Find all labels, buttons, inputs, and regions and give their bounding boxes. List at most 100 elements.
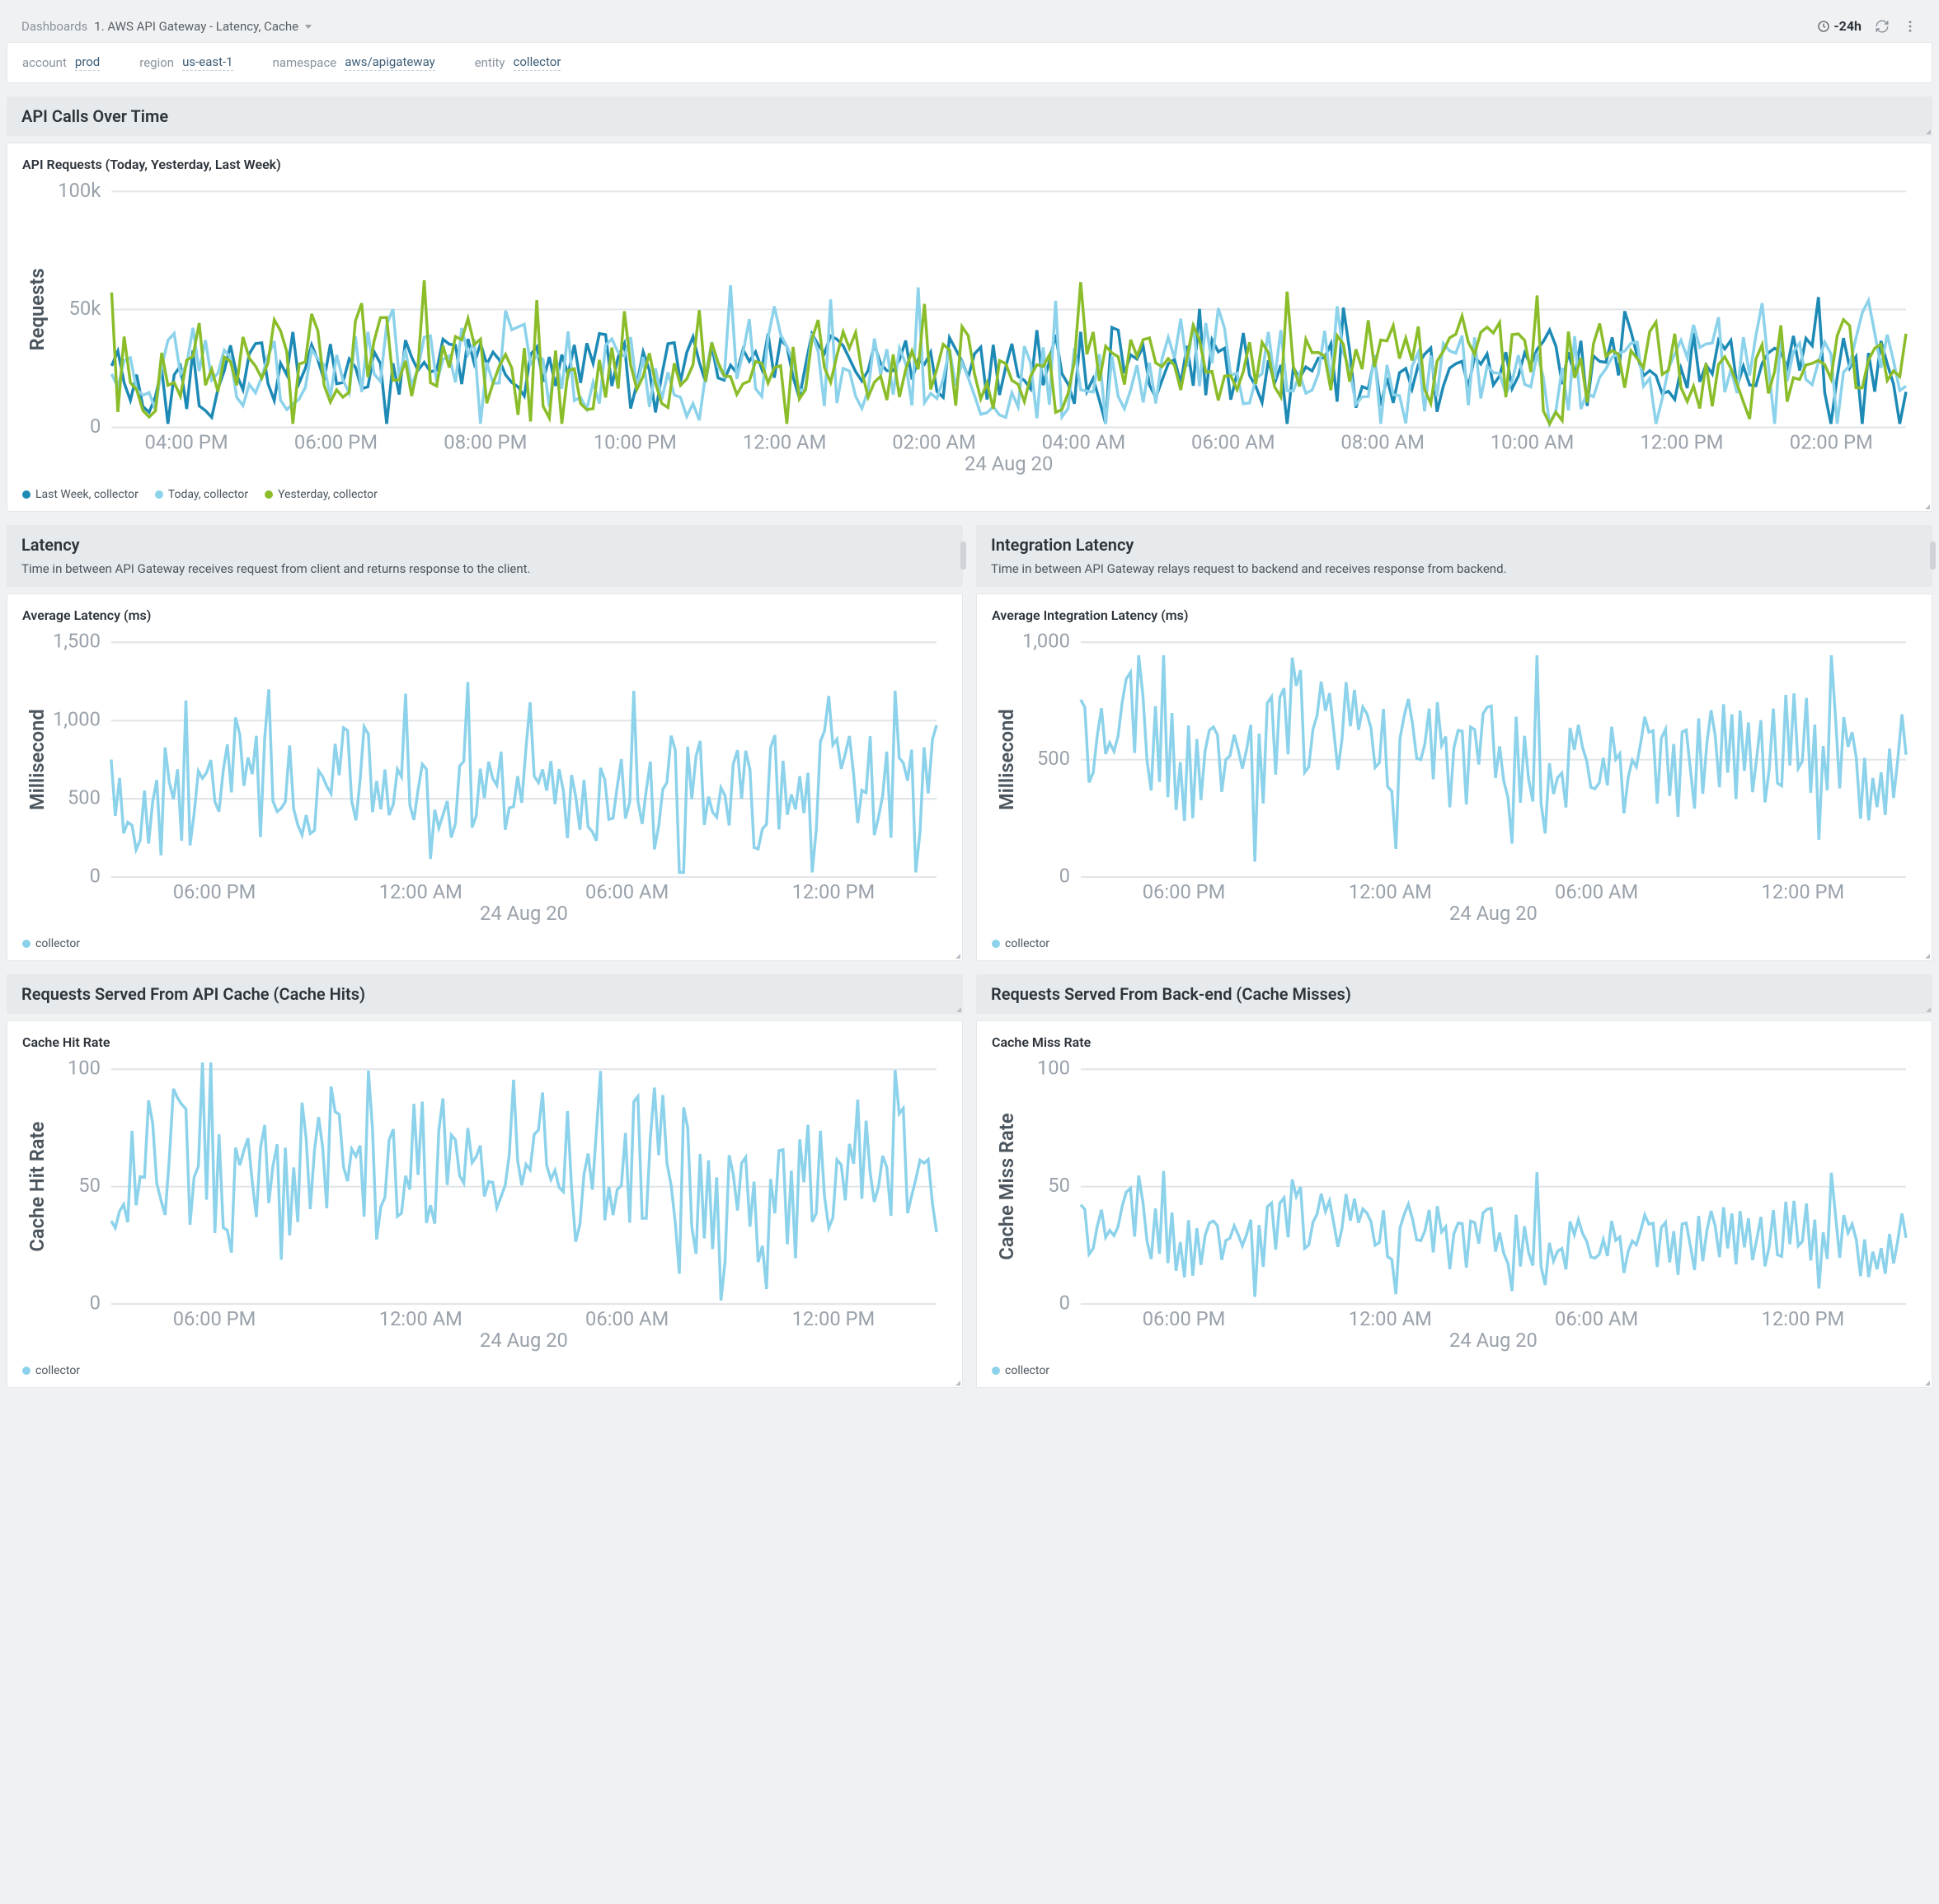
section-title: API Calls Over Time [21,106,1918,126]
swatch-icon [22,490,31,499]
refresh-button[interactable] [1875,19,1890,34]
svg-text:500: 500 [1037,747,1070,770]
svg-text:Millisecond: Millisecond [26,709,49,810]
legend-item[interactable]: collector [992,1364,1049,1377]
legend-item[interactable]: collector [992,937,1049,950]
filter-namespace[interactable]: namespace aws/apigateway [273,54,435,71]
resize-handle-icon[interactable] [1922,1377,1930,1386]
legend-label: collector [1005,937,1049,950]
svg-text:24 Aug 20: 24 Aug 20 [480,902,568,925]
svg-text:02:00 PM: 02:00 PM [1790,431,1873,454]
legend-item[interactable]: Today, collector [155,488,248,501]
svg-text:50: 50 [1048,1174,1070,1197]
svg-text:12:00 AM: 12:00 AM [379,1307,462,1330]
resize-handle-icon[interactable] [952,1377,960,1386]
filter-label: entity [475,55,505,70]
svg-text:0: 0 [90,865,101,888]
more-menu-button[interactable] [1903,19,1918,34]
dashboard-selector[interactable]: 1. AWS API Gateway - Latency, Cache [94,19,311,34]
filter-label: region [139,55,174,70]
svg-text:12:00 AM: 12:00 AM [1349,1307,1432,1330]
panel-avg-latency: Average Latency (ms) 05001,0001,500Milli… [7,593,963,961]
filter-label: namespace [273,55,337,70]
panel-title: Average Integration Latency (ms) [992,607,1917,623]
filter-value: collector [514,54,561,71]
svg-text:12:00 PM: 12:00 PM [792,880,876,903]
legend-item[interactable]: Last Week, collector [22,488,138,501]
resize-handle-icon[interactable] [1923,1004,1931,1012]
svg-text:100k: 100k [58,179,101,202]
section-integration-latency: Integration Latency Time in between API … [976,525,1932,588]
resize-handle-icon[interactable] [953,1004,961,1012]
svg-text:12:00 PM: 12:00 PM [792,1307,876,1330]
legend-item[interactable]: collector [22,1364,80,1377]
panel-cache-hit-rate: Cache Hit Rate 0 50 100 Cache Hit Rate 06:00… [7,1020,963,1388]
time-range-label: -24h [1833,18,1862,34]
panel-title: Cache Miss Rate [992,1034,1917,1050]
section-cache-hits: Requests Served From API Cache (Cache Hi… [7,974,963,1014]
resize-handle-icon[interactable] [952,950,960,959]
breadcrumb-root[interactable]: Dashboards [21,19,87,34]
svg-text:06:00 PM: 06:00 PM [1143,880,1226,903]
swatch-icon [155,490,163,499]
time-range-button[interactable]: -24h [1817,18,1862,34]
legend-label: Today, collector [168,488,248,501]
legend-label: Yesterday, collector [278,488,378,501]
resize-handle-icon[interactable] [1922,950,1930,959]
section-title: Requests Served From API Cache (Cache Hi… [21,984,948,1004]
legend-item[interactable]: Yesterday, collector [265,488,378,501]
svg-text:50k: 50k [69,297,102,320]
svg-text:50: 50 [78,1174,101,1197]
svg-text:1,500: 1,500 [53,630,101,653]
chart-cache-miss-rate[interactable]: 050100Cache Miss Rate06:00 PM12:00 AM06:… [992,1055,1917,1358]
filter-value: aws/apigateway [345,54,434,71]
filter-entity[interactable]: entity collector [475,54,561,71]
svg-text:Millisecond: Millisecond [995,709,1018,810]
svg-text:24 Aug 20: 24 Aug 20 [965,453,1053,476]
section-cache-misses: Requests Served From Back-end (Cache Mis… [976,974,1932,1014]
svg-text:Cache Hit Rate: Cache Hit Rate [26,1121,49,1251]
chart-avg-latency[interactable]: 05001,0001,500Millisecond06:00 PM12:00 A… [22,628,947,931]
section-subtitle: Time in between API Gateway receives req… [21,561,948,578]
breadcrumb: Dashboards 1. AWS API Gateway - Latency,… [21,19,312,34]
legend: collector [22,937,947,950]
resize-handle-icon[interactable] [1923,126,1931,134]
svg-text:06:00 AM: 06:00 AM [1191,431,1275,454]
svg-text:08:00 PM: 08:00 PM [444,431,527,454]
scrollbar-hint[interactable] [960,542,966,570]
chart-api-requests[interactable]: 050k100kRequests04:00 PM06:00 PM08:00 PM… [22,177,1917,481]
swatch-icon [992,940,1000,948]
resize-handle-icon[interactable] [1922,501,1930,509]
svg-text:06:00 AM: 06:00 AM [1555,880,1638,903]
chart-cache-hit-rate[interactable]: 050100Cache Hit Rate06:00 PM12:00 AM06:0… [22,1055,947,1358]
svg-text:10:00 AM: 10:00 AM [1491,431,1575,454]
legend-item[interactable]: collector [22,937,80,950]
filter-region[interactable]: region us-east-1 [139,54,232,71]
dashboard-title: 1. AWS API Gateway - Latency, Cache [94,19,298,34]
svg-text:04:00 PM: 04:00 PM [145,431,228,454]
svg-text:100: 100 [68,1057,101,1080]
legend-label: collector [35,1364,80,1377]
section-title: Latency [21,535,948,555]
svg-text:06:00 PM: 06:00 PM [173,880,256,903]
chart-avg-int-latency[interactable]: 05001,000Millisecond06:00 PM12:00 AM06:0… [992,628,1917,931]
svg-text:0: 0 [90,1291,101,1314]
svg-text:Requests: Requests [26,268,49,350]
panel-title: Cache Hit Rate [22,1034,947,1050]
filter-account[interactable]: account prod [22,54,100,71]
svg-text:06:00 AM: 06:00 AM [585,1307,669,1330]
scrollbar-hint[interactable] [1930,542,1936,570]
panel-api-requests: API Requests (Today, Yesterday, Last Wee… [7,143,1932,512]
legend-label: Last Week, collector [35,488,138,501]
svg-text:12:00 AM: 12:00 AM [379,880,462,903]
svg-text:06:00 AM: 06:00 AM [1555,1307,1638,1330]
svg-text:0: 0 [90,415,101,438]
svg-text:06:00 PM: 06:00 PM [1143,1307,1226,1330]
svg-text:12:00 PM: 12:00 PM [1640,431,1723,454]
svg-text:1,000: 1,000 [53,708,101,731]
section-api-calls: API Calls Over Time [7,96,1932,136]
filter-value: prod [75,54,100,71]
panel-avg-int-latency: Average Integration Latency (ms) 05001,0… [976,593,1932,961]
section-title: Requests Served From Back-end (Cache Mis… [991,984,1918,1004]
legend: Last Week, collector Today, collector Ye… [22,488,1917,501]
